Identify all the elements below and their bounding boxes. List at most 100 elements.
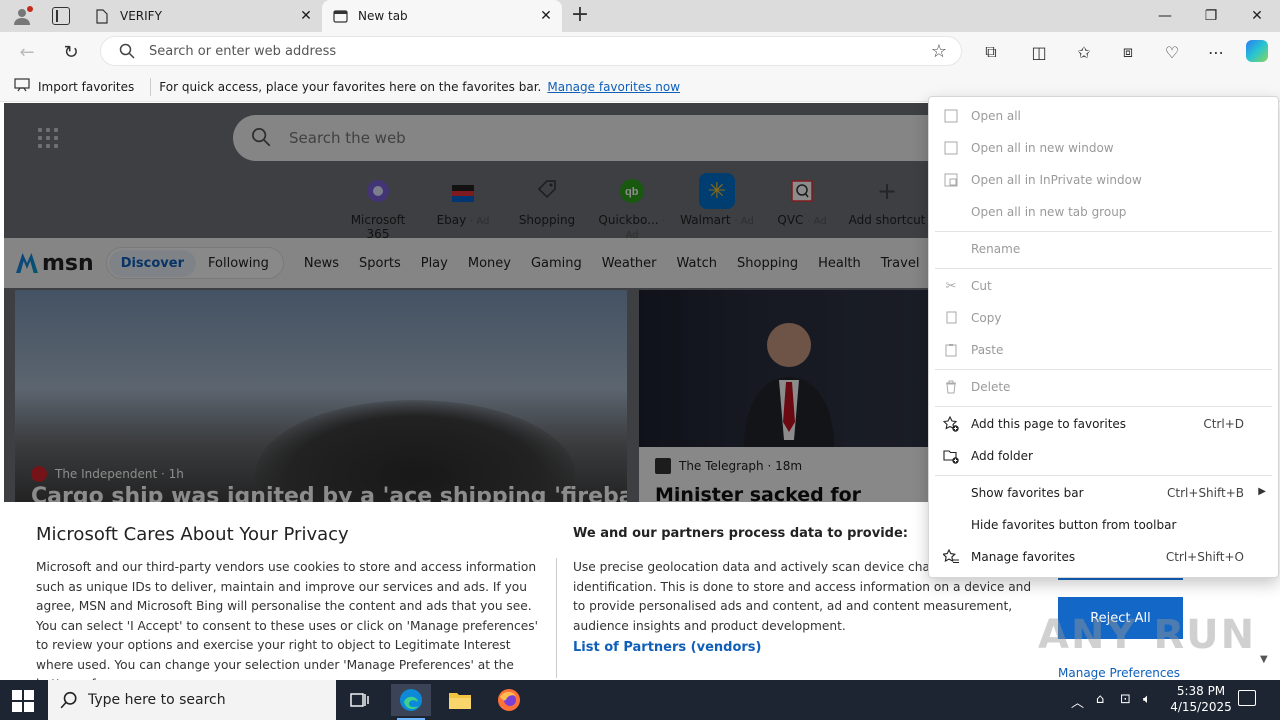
nav-sports[interactable]: Sports bbox=[359, 256, 401, 271]
news-card[interactable]: The Independent · 1h Cargo ship was igni… bbox=[15, 290, 627, 510]
menu-open-all-tab-group[interactable]: Open all in new tab group bbox=[929, 197, 1278, 227]
news-card[interactable]: The Telegraph · 18m Minister sacked for bbox=[639, 290, 939, 510]
minimize-icon[interactable]: — bbox=[1142, 0, 1188, 32]
menu-label: Copy bbox=[971, 311, 1002, 325]
import-favorites-button[interactable]: Import favorites bbox=[38, 80, 134, 94]
import-favorites-icon bbox=[14, 78, 30, 95]
task-view-icon[interactable] bbox=[340, 684, 380, 716]
telegraph-logo-icon bbox=[655, 458, 671, 474]
nav-gaming[interactable]: Gaming bbox=[531, 256, 582, 271]
shortcut-shopping[interactable]: Shopping bbox=[507, 173, 587, 227]
menu-manage-favorites[interactable]: Manage favorites Ctrl+Shift+O bbox=[929, 542, 1278, 572]
shortcut-label: Walmart bbox=[680, 213, 731, 227]
scroll-down-arrow-icon[interactable]: ▼ bbox=[1260, 654, 1268, 665]
windows-start-icon[interactable] bbox=[12, 690, 34, 712]
title-bar: VERIFY ✕ New tab ✕ + — ❐ ✕ bbox=[0, 0, 1280, 32]
split-screen-icon[interactable]: ◫ bbox=[1028, 41, 1050, 63]
edge-taskbar-icon[interactable] bbox=[391, 684, 431, 720]
shortcut-quickbooks[interactable]: qb Quickbo... · Ad bbox=[592, 173, 672, 241]
nav-health[interactable]: Health bbox=[818, 256, 861, 271]
nav-shopping[interactable]: Shopping bbox=[737, 256, 798, 271]
close-window-icon[interactable]: ✕ bbox=[1234, 0, 1280, 32]
shortcut-ebay[interactable]: Ebay · Ad bbox=[423, 173, 503, 227]
favorites-icon[interactable]: ✩ bbox=[1073, 41, 1095, 63]
menu-label: Delete bbox=[971, 380, 1011, 394]
plus-icon: + bbox=[876, 177, 898, 205]
partners-link[interactable]: List of Partners (vendors) bbox=[573, 640, 761, 655]
shortcut-walmart[interactable]: ✳ Walmart · Ad bbox=[677, 173, 757, 227]
menu-show-favorites-bar[interactable]: Show favorites bar Ctrl+Shift+B ▶ bbox=[929, 478, 1278, 508]
taskbar-search-box[interactable]: Type here to search bbox=[48, 680, 336, 720]
collections-icon[interactable]: ⧈ bbox=[1117, 41, 1139, 63]
menu-separator bbox=[935, 369, 1272, 370]
copilot-icon[interactable] bbox=[1246, 40, 1268, 62]
nav-travel[interactable]: Travel bbox=[881, 256, 920, 271]
favorites-context-menu: Open all Open all in new window Open all… bbox=[928, 96, 1279, 578]
menu-copy[interactable]: Copy bbox=[929, 303, 1278, 333]
tab-new-tab[interactable]: New tab ✕ bbox=[322, 0, 562, 32]
msn-logo[interactable]: msn bbox=[16, 251, 94, 276]
menu-delete[interactable]: Delete bbox=[929, 372, 1278, 402]
walmart-spark-icon: ✳ bbox=[699, 173, 735, 209]
nav-watch[interactable]: Watch bbox=[677, 256, 717, 271]
menu-label: Show favorites bar bbox=[971, 486, 1084, 500]
back-arrow-icon[interactable]: ← bbox=[14, 40, 40, 64]
nav-money[interactable]: Money bbox=[468, 256, 511, 271]
menu-hide-favorites-button[interactable]: Hide favorites button from toolbar bbox=[929, 510, 1278, 540]
more-options-icon[interactable]: ⋯ bbox=[1205, 41, 1227, 63]
menu-open-all[interactable]: Open all bbox=[929, 101, 1278, 131]
tray-overflow-icon[interactable]: ︿ bbox=[1071, 692, 1084, 711]
restore-icon[interactable]: ❐ bbox=[1188, 0, 1234, 32]
clock-time: 5:38 PM bbox=[1176, 684, 1226, 698]
menu-rename[interactable]: Rename bbox=[929, 234, 1278, 264]
favorite-star-icon[interactable]: ☆ bbox=[931, 41, 947, 62]
star-add-icon bbox=[943, 416, 959, 432]
app-launcher-icon[interactable] bbox=[38, 128, 58, 148]
window-icon bbox=[943, 108, 959, 124]
windows-taskbar: Type here to search ︿ ⌂ ⊡ 🔈︎ 5:38 PM 4/1… bbox=[0, 680, 1280, 720]
nav-news[interactable]: News bbox=[304, 256, 339, 271]
menu-cut[interactable]: ✂ Cut bbox=[929, 271, 1278, 301]
clipboard-icon bbox=[943, 342, 959, 358]
menu-add-page-to-favorites[interactable]: Add this page to favorites Ctrl+D bbox=[929, 409, 1278, 439]
tab-actions-icon[interactable] bbox=[52, 7, 70, 25]
shortcut-microsoft-365[interactable]: Microsoft 365 bbox=[338, 173, 418, 241]
close-tab-icon[interactable]: ✕ bbox=[536, 8, 556, 24]
file-explorer-icon[interactable] bbox=[440, 684, 480, 716]
nav-weather[interactable]: Weather bbox=[602, 256, 657, 271]
menu-shortcut: Ctrl+Shift+B bbox=[1167, 486, 1244, 500]
menu-open-all-new-window[interactable]: Open all in new window bbox=[929, 133, 1278, 163]
manage-preferences-link[interactable]: Manage Preferences bbox=[1058, 666, 1180, 680]
menu-paste[interactable]: Paste bbox=[929, 335, 1278, 365]
menu-add-folder[interactable]: Add folder bbox=[929, 441, 1278, 471]
notification-icon[interactable] bbox=[1238, 690, 1256, 706]
profile-button[interactable] bbox=[10, 5, 34, 27]
data-purposes-title: We and our partners process data to prov… bbox=[573, 526, 908, 541]
manage-favorites-link[interactable]: Manage favorites now bbox=[547, 80, 680, 94]
shortcut-qvc[interactable]: QVC · Ad bbox=[762, 173, 842, 227]
page-icon bbox=[94, 8, 110, 24]
divider bbox=[556, 558, 557, 678]
shortcut-label: Add shortcut bbox=[848, 213, 926, 227]
web-search-box[interactable]: Search the web bbox=[233, 115, 993, 161]
taskbar-clock[interactable]: 5:38 PM 4/15/2025 bbox=[1165, 683, 1237, 715]
network-icon[interactable]: ⌂ bbox=[1096, 692, 1104, 707]
menu-label: Manage favorites bbox=[971, 550, 1076, 564]
refresh-icon[interactable]: ↻ bbox=[58, 40, 84, 64]
firefox-icon[interactable] bbox=[489, 684, 529, 716]
menu-separator bbox=[935, 406, 1272, 407]
close-tab-icon[interactable]: ✕ bbox=[296, 8, 316, 24]
shortcut-add[interactable]: + Add shortcut bbox=[847, 173, 927, 227]
source-name: The Independent bbox=[55, 467, 158, 481]
tab-following[interactable]: Following bbox=[196, 250, 281, 277]
address-bar[interactable]: Search or enter web address ☆ bbox=[100, 36, 962, 66]
menu-open-all-inprivate[interactable]: Open all in InPrivate window bbox=[929, 165, 1278, 195]
tab-verify[interactable]: VERIFY ✕ bbox=[84, 0, 322, 32]
extensions-icon[interactable]: ⧉ bbox=[980, 41, 1002, 63]
new-tab-plus-icon[interactable]: + bbox=[570, 4, 590, 26]
nav-play[interactable]: Play bbox=[421, 256, 448, 271]
browser-essentials-icon[interactable]: ♡ bbox=[1161, 41, 1183, 63]
tab-discover[interactable]: Discover bbox=[108, 249, 197, 277]
ethernet-icon[interactable]: ⊡ bbox=[1120, 692, 1131, 707]
volume-icon[interactable]: 🔈︎ bbox=[1143, 692, 1151, 707]
